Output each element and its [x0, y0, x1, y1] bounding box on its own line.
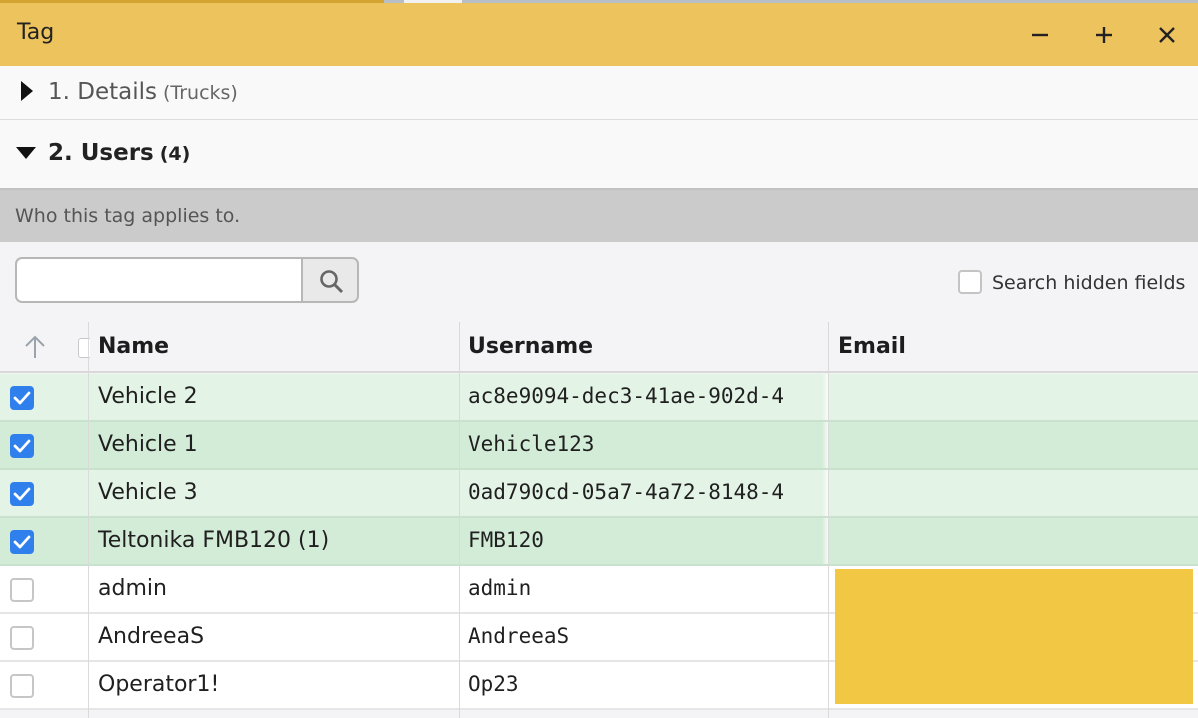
section-users-label: 2. Users (4) — [48, 140, 191, 166]
cell-name: admin — [98, 576, 167, 601]
search-hidden-fields-label: Search hidden fields — [992, 272, 1186, 294]
section-details-header[interactable]: 1. Details (Trucks) — [0, 66, 1198, 120]
minimize-icon — [1032, 33, 1048, 37]
checkmark-icon — [13, 535, 31, 549]
table-row[interactable]: Vehicle 3 0ad790cd-05a7-4a72-8148-4 — [0, 470, 1198, 518]
cell-username: FMB120 — [468, 528, 544, 552]
search-hidden-fields-checkbox[interactable] — [958, 270, 982, 294]
column-divider — [828, 322, 829, 718]
column-divider — [459, 322, 460, 718]
row-checkbox[interactable] — [10, 482, 34, 506]
table-row[interactable]: Vehicle 1 Vehicle123 — [0, 422, 1198, 470]
close-button[interactable] — [1147, 15, 1187, 55]
search-button[interactable] — [301, 257, 359, 303]
cell-name: Vehicle 1 — [98, 432, 198, 457]
cell-name: Vehicle 3 — [98, 480, 198, 505]
cell-name: Teltonika FMB120 (1) — [98, 528, 330, 553]
cell-username: ac8e9094-dec3-41ae-902d-4 — [468, 384, 785, 408]
column-header-name[interactable]: Name — [98, 334, 169, 359]
cell-username: Op23 — [468, 672, 519, 696]
table-row[interactable]: Teltonika FMB120 (1) FMB120 — [0, 518, 1198, 566]
cell-username: AndreeaS — [468, 624, 570, 648]
row-checkbox[interactable] — [10, 578, 34, 602]
cell-name: Operator1! — [98, 672, 220, 697]
caret-down-icon — [16, 147, 36, 159]
column-header-username[interactable]: Username — [468, 334, 593, 359]
row-checkbox[interactable] — [10, 626, 34, 650]
maximize-button[interactable] — [1084, 15, 1124, 55]
window-title: Tag — [17, 20, 55, 45]
cell-username: Vehicle123 — [468, 432, 595, 456]
checkmark-icon — [13, 439, 31, 453]
cell-username: admin — [468, 576, 532, 600]
search-icon — [320, 270, 344, 294]
column-divider — [88, 322, 89, 718]
users-description: Who this tag applies to. — [15, 205, 241, 227]
section-details-label: 1. Details (Trucks) — [48, 79, 238, 105]
section-users-count: (4) — [159, 143, 191, 165]
table-header: Name Username Email — [0, 322, 1198, 373]
search-input[interactable] — [15, 257, 302, 303]
section-users-header[interactable]: 2. Users (4) — [0, 120, 1198, 190]
checkmark-icon — [13, 487, 31, 501]
plus-icon — [1096, 27, 1112, 43]
cell-name: Vehicle 2 — [98, 384, 198, 409]
checkmark-icon — [13, 391, 31, 405]
window-titlebar: Tag — [0, 3, 1198, 66]
caret-right-icon — [21, 81, 33, 101]
row-checkbox[interactable] — [10, 674, 34, 698]
redacted-email-block — [835, 569, 1193, 704]
table-row[interactable]: Vehicle 2 ac8e9094-dec3-41ae-902d-4 — [0, 374, 1198, 422]
cell-username: 0ad790cd-05a7-4a72-8148-4 — [468, 480, 785, 504]
column-header-email[interactable]: Email — [838, 334, 906, 359]
row-checkbox[interactable] — [10, 386, 34, 410]
cell-name: AndreeaS — [98, 624, 205, 649]
row-checkbox[interactable] — [10, 530, 34, 554]
section-details-count: (Trucks) — [163, 82, 238, 104]
row-checkbox[interactable] — [10, 434, 34, 458]
minimize-button[interactable] — [1020, 15, 1060, 55]
sort-arrow-up-icon[interactable] — [22, 334, 48, 360]
close-icon — [1159, 27, 1175, 43]
users-description-bar: Who this tag applies to. — [0, 190, 1198, 242]
